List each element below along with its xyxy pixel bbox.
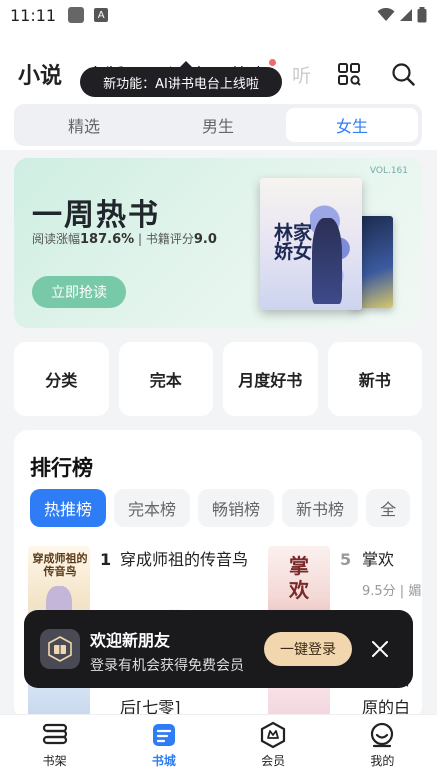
- monthly-picks-button[interactable]: 月度好书: [223, 342, 318, 416]
- search-icon[interactable]: [391, 62, 415, 86]
- close-icon[interactable]: [368, 637, 392, 661]
- tabbar-label: 会员: [261, 754, 286, 768]
- bookshelf-icon: [42, 723, 67, 745]
- tooltip-arrow: [180, 61, 192, 67]
- banner-sub-prefix: 阅读涨幅: [32, 232, 81, 246]
- book-emblem-icon: [48, 636, 72, 662]
- rank-tab-bestseller[interactable]: 畅销榜: [198, 489, 275, 527]
- tab-novel[interactable]: 小说: [18, 58, 62, 90]
- category-grid-icon[interactable]: [337, 62, 361, 86]
- tabbar-bookstore[interactable]: 书城: [109, 715, 218, 778]
- rank-number: 1: [100, 550, 112, 569]
- new-dot: [269, 59, 277, 66]
- one-click-login-button[interactable]: 一键登录: [264, 632, 352, 666]
- status-bar: 11:11 A: [0, 0, 437, 30]
- tabbar-label: 我的: [370, 754, 395, 768]
- status-right: [377, 7, 427, 23]
- rank-tab-new[interactable]: 新书榜: [282, 489, 359, 527]
- status-time: 11:11: [10, 5, 57, 25]
- bottom-tab-bar: 书架 书城 会员 我的: [0, 714, 437, 778]
- book-title: 掌欢: [362, 550, 395, 569]
- completed-button[interactable]: 完本: [118, 342, 213, 416]
- book-cover-title: 林家娇女: [274, 222, 313, 263]
- tabbar-bookshelf[interactable]: 书架: [0, 715, 109, 778]
- battery-icon: [417, 7, 427, 23]
- profile-icon: [371, 722, 394, 748]
- rank-tab-all[interactable]: 全: [366, 489, 411, 527]
- segment-female[interactable]: 女生: [286, 108, 418, 142]
- book-logo-icon: [40, 629, 80, 669]
- app-badge-icon: A: [94, 8, 109, 22]
- segment-male[interactable]: 男生: [152, 108, 284, 142]
- banner-volume: VOL.161: [369, 166, 408, 176]
- banner-growth: 187.6%: [80, 232, 135, 247]
- notification-icon: [68, 7, 85, 23]
- segment-featured[interactable]: 精选: [18, 108, 150, 142]
- ranking-tabs: 热推榜 完本榜 畅销榜 新书榜全: [30, 489, 422, 527]
- tabbar-label: 书城: [151, 754, 176, 768]
- category-row: 分类 完本 月度好书 新书: [14, 342, 422, 416]
- category-button[interactable]: 分类: [14, 342, 109, 416]
- weekly-hot-banner[interactable]: 一周热书 阅读涨幅187.6% | 书籍评分9.0 立即抢读 VOL.161 林…: [14, 158, 422, 328]
- cover-title: 穿成师祖的传音鸟: [32, 552, 88, 578]
- tabbar-label: 书架: [42, 754, 67, 768]
- rank-number: 5: [340, 550, 352, 569]
- rank-tab-hot[interactable]: 热推榜: [30, 489, 107, 527]
- wifi-icon: [377, 8, 395, 21]
- toast-subtitle: 登录有机会获得免费会员: [90, 658, 244, 674]
- tooltip-text: 新功能：AI讲书电台上线啦: [103, 76, 259, 92]
- book-cover-main: 林家娇女: [260, 178, 362, 310]
- banner-read-button[interactable]: 立即抢读: [32, 276, 126, 308]
- book-title: 穿成师祖的传音鸟: [120, 550, 249, 569]
- banner-title: 一周热书: [32, 198, 160, 233]
- cover-title: 掌欢: [289, 554, 309, 602]
- ranking-title: 排行榜: [30, 456, 93, 480]
- tabbar-membership[interactable]: 会员: [219, 715, 328, 778]
- login-toast: 欢迎新朋友 登录有机会获得免费会员 一键登录: [24, 610, 413, 688]
- bookstore-icon: [152, 724, 175, 746]
- new-books-button[interactable]: 新书: [327, 342, 422, 416]
- book-meta: 9.5分 | 媚: [362, 584, 422, 599]
- tabbar-profile[interactable]: 我的: [328, 715, 437, 778]
- gender-segment: 精选 男生 女生: [14, 104, 422, 146]
- membership-icon: [261, 721, 286, 749]
- tab-listen[interactable]: 听: [292, 61, 311, 88]
- new-feature-tooltip[interactable]: 新功能：AI讲书电台上线啦: [80, 61, 282, 97]
- banner-sub-sep: | 书籍评分: [134, 232, 194, 246]
- rank-tab-completed[interactable]: 完本榜: [114, 489, 191, 527]
- signal-icon: [400, 9, 412, 21]
- banner-score: 9.0: [193, 232, 217, 247]
- banner-subtitle: 阅读涨幅187.6% | 书籍评分9.0: [32, 230, 217, 247]
- toast-title: 欢迎新朋友: [90, 631, 171, 650]
